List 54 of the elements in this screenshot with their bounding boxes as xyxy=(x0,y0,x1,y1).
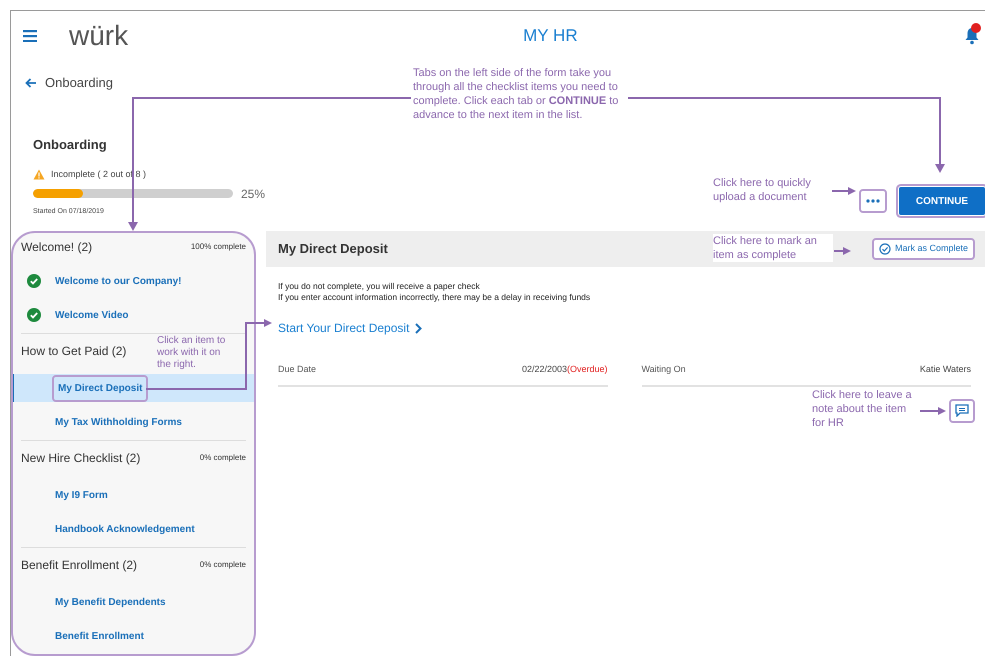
page-title: MY HR xyxy=(523,25,578,48)
annotation-text: Click an item to work with it on the right. xyxy=(157,335,226,371)
progress-percent: 25% xyxy=(241,186,266,202)
checklist-item[interactable]: Benefit Enrollment xyxy=(13,622,254,650)
item-label: My Tax Withholding Forms xyxy=(55,416,182,430)
continue-button[interactable]: CONTINUE xyxy=(899,187,985,215)
annotation-text: Click here to mark an item as complete xyxy=(713,234,833,262)
check-circle-icon xyxy=(27,274,41,288)
checklist-item[interactable]: Welcome to our Company! xyxy=(13,267,254,295)
start-link[interactable]: Start Your Direct Deposit xyxy=(278,319,410,337)
group-title: Welcome! (2) xyxy=(21,239,92,256)
item-label: Welcome to our Company! xyxy=(55,274,182,288)
detail-title: My Direct Deposit xyxy=(278,240,388,258)
checklist-item[interactable]: Handbook Acknowledgement xyxy=(13,515,254,543)
check-circle-icon xyxy=(878,243,891,255)
checklist-item[interactable]: My Direct Deposit xyxy=(13,374,254,402)
warning-icon xyxy=(33,169,45,180)
chevron-right-icon xyxy=(415,322,422,334)
leader-arrow xyxy=(832,187,856,195)
item-label: Handbook Acknowledgement xyxy=(55,522,195,536)
annotation-text: Click here to leave a note about the item for HR xyxy=(812,388,913,430)
field-value: Katie Waters xyxy=(920,363,971,376)
item-label: My I9 Form xyxy=(55,488,108,502)
leader-arrow xyxy=(834,247,851,255)
summary-title: Onboarding xyxy=(33,136,108,154)
more-dots-icon xyxy=(866,199,880,203)
check-circle-icon xyxy=(27,308,41,322)
logo: würk xyxy=(69,19,128,53)
field-label: Waiting On xyxy=(642,363,686,376)
group-title: New Hire Checklist (2) xyxy=(21,450,140,467)
annotation-text: Click here to quickly upload a document xyxy=(713,176,812,204)
field-value: 02/22/2003(Overdue) xyxy=(522,363,608,376)
group-title: Benefit Enrollment (2) xyxy=(21,557,138,574)
more-button[interactable] xyxy=(859,189,887,213)
item-label: My Benefit Dependents xyxy=(55,596,166,610)
item-label: My Direct Deposit xyxy=(52,374,148,402)
mark-complete-button[interactable]: Mark as Complete xyxy=(872,238,975,260)
info-text: If you do not complete, you will receive a paper check xyxy=(278,281,481,292)
annotation-text: Tabs on the left side of the form take you through all the checklist items you need to complete. Click each tab or CONTINUE to advance to the next item in the list. xyxy=(413,66,620,122)
field-label: Due Date xyxy=(278,363,316,376)
back-link[interactable]: Onboarding xyxy=(45,73,113,93)
info-text: If you enter account information incorrectly, there may be a delay in receiving funds xyxy=(278,292,592,303)
checklist-item[interactable]: My Tax Withholding Forms xyxy=(13,408,254,436)
checklist-item[interactable]: My Benefit Dependents xyxy=(13,588,254,616)
checklist-item[interactable]: My I9 Form xyxy=(13,481,254,509)
menu-icon[interactable] xyxy=(23,30,37,42)
chat-icon xyxy=(955,404,969,417)
checklist-item[interactable]: Welcome Video xyxy=(13,301,254,329)
item-label: Benefit Enrollment xyxy=(55,630,144,644)
back-arrow-icon[interactable] xyxy=(25,78,37,88)
note-button[interactable] xyxy=(949,398,975,422)
leader-arrow xyxy=(920,407,946,415)
group-title: How to Get Paid (2) xyxy=(21,343,126,360)
item-label: Welcome Video xyxy=(55,308,129,322)
